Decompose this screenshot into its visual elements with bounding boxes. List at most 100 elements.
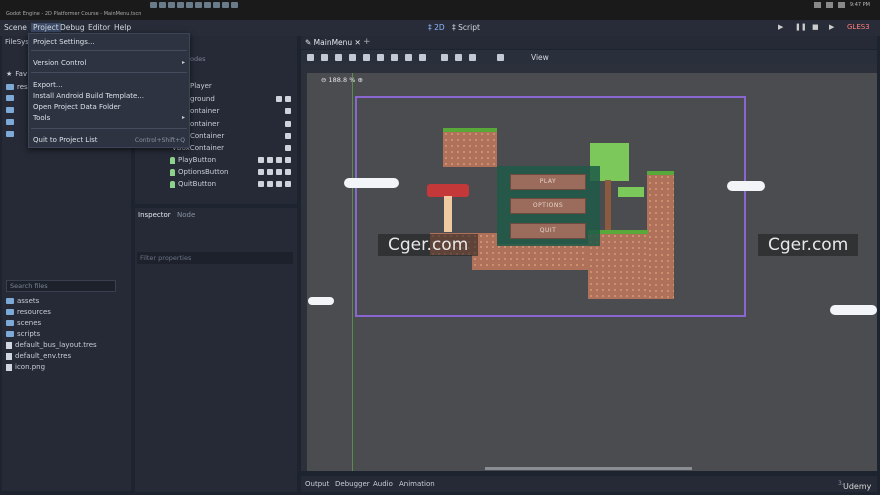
- open-data-folder-item[interactable]: Open Project Data Folder: [33, 103, 121, 111]
- workspace-2d[interactable]: ‡ 2D: [428, 23, 445, 32]
- submenu-arrow-icon: ▸: [181, 59, 185, 66]
- move-tool-icon[interactable]: [321, 54, 328, 61]
- favorites-item[interactable]: ★ Fav: [6, 70, 27, 78]
- udemy-watermark: Udemy: [843, 482, 872, 491]
- eye-icon[interactable]: [285, 145, 291, 151]
- lock-icon[interactable]: [441, 54, 448, 61]
- rotate-tool-icon[interactable]: [335, 54, 342, 61]
- h-scrollbar[interactable]: [485, 467, 692, 470]
- tab-mainmenu[interactable]: ✎ MainMenu ✕: [305, 38, 361, 47]
- visibility-icons[interactable]: [258, 181, 291, 187]
- quit-button[interactable]: QUIT: [510, 223, 586, 239]
- list-tool-icon[interactable]: [363, 54, 370, 61]
- eye-icon[interactable]: [285, 108, 291, 114]
- quit-to-project-list-item[interactable]: Quit to Project List: [33, 136, 98, 144]
- system-tray: 9:47 PM: [813, 2, 870, 8]
- add-tab-icon[interactable]: +: [363, 37, 371, 47]
- cloud: [308, 297, 334, 305]
- tree-node[interactable]: PlayButton: [170, 156, 216, 164]
- watermark-left: Cger.com: [378, 234, 479, 256]
- filter-properties-input[interactable]: Filter properties: [137, 252, 293, 264]
- res-item[interactable]: res: [6, 83, 28, 91]
- project-settings-item[interactable]: Project Settings...: [33, 38, 95, 46]
- list-item[interactable]: default_bus_layout.tres: [6, 341, 97, 349]
- renderer-label[interactable]: GLES3: [847, 23, 870, 31]
- tree-node[interactable]: Container: [190, 132, 224, 140]
- menu-editor[interactable]: Editor: [88, 23, 110, 32]
- bone-icon[interactable]: [497, 54, 504, 61]
- list-item[interactable]: scenes: [6, 319, 41, 327]
- play-icon[interactable]: ▶: [778, 23, 783, 31]
- button-node-icon: [170, 168, 175, 176]
- floating-dirt-block: [443, 131, 497, 167]
- zoom-level[interactable]: ⊖ 188.8 % ⊕: [321, 76, 363, 84]
- button-node-icon: [170, 180, 175, 188]
- folder-icon: [6, 298, 14, 304]
- play-scene-icon[interactable]: ▶: [829, 23, 834, 31]
- folder-icon: [6, 320, 14, 326]
- ruler-horizontal: [307, 65, 877, 73]
- tab-inspector[interactable]: Inspector: [138, 211, 171, 219]
- bottom-panel-tabs: Output Debugger Audio Animation: [301, 476, 877, 492]
- list-item[interactable]: resources: [6, 308, 51, 316]
- tree-node[interactable]: Player: [190, 82, 212, 90]
- scale-tool-icon[interactable]: [349, 54, 356, 61]
- install-android-template-item[interactable]: Install Android Build Template...: [33, 92, 144, 100]
- snap-icon[interactable]: [405, 54, 412, 61]
- tab-animation[interactable]: Animation: [399, 480, 435, 488]
- group-icon[interactable]: [455, 54, 462, 61]
- stop-icon[interactable]: ■: [812, 23, 819, 31]
- tree-node[interactable]: ground: [190, 95, 215, 103]
- folder-row[interactable]: [6, 131, 14, 137]
- tab-debugger[interactable]: Debugger: [335, 480, 370, 488]
- tools-item[interactable]: Tools: [33, 114, 50, 122]
- list-item[interactable]: scripts: [6, 330, 40, 338]
- list-item[interactable]: icon.png: [6, 363, 45, 371]
- pause-icon[interactable]: ❚❚: [795, 23, 807, 31]
- menu-help[interactable]: Help: [114, 23, 131, 32]
- menu-debug[interactable]: Debug: [60, 23, 85, 32]
- menu-separator: [31, 128, 187, 129]
- tree-node[interactable]: OptionsButton: [170, 168, 228, 176]
- select-tool-icon[interactable]: [307, 54, 314, 61]
- skeleton-icon[interactable]: [469, 54, 476, 61]
- pivot-tool-icon[interactable]: [377, 54, 384, 61]
- options-button[interactable]: OPTIONS: [510, 198, 586, 214]
- eye-icon[interactable]: [285, 121, 291, 127]
- search-files-input[interactable]: Search files: [6, 280, 116, 292]
- folder-icon: [6, 95, 14, 101]
- visibility-icons[interactable]: [276, 96, 291, 102]
- file-icon: [6, 352, 12, 360]
- tab-output[interactable]: Output: [305, 480, 329, 488]
- tree-node[interactable]: QuitButton: [170, 180, 216, 188]
- workspace-script[interactable]: ‡ Script: [452, 23, 480, 32]
- visibility-icons[interactable]: [258, 157, 291, 163]
- menu-scene[interactable]: Scene: [4, 23, 27, 32]
- menu-project[interactable]: Project: [31, 23, 61, 32]
- folder-row[interactable]: [6, 119, 14, 125]
- clock: 9:47 PM: [849, 2, 870, 8]
- tree-node[interactable]: ontainer: [190, 107, 219, 115]
- folder-icon: [6, 331, 14, 337]
- menu-separator: [31, 50, 187, 51]
- version-control-item[interactable]: Version Control: [33, 59, 86, 67]
- tree-node[interactable]: ontainer: [190, 120, 219, 128]
- play-button[interactable]: PLAY: [510, 174, 586, 190]
- window-titlebar: Godot Engine - 2D Platformer Course - Ma…: [0, 0, 880, 20]
- eye-icon[interactable]: [285, 133, 291, 139]
- pan-tool-icon[interactable]: [391, 54, 398, 61]
- window-title: Godot Engine - 2D Platformer Course - Ma…: [6, 11, 142, 17]
- list-item[interactable]: assets: [6, 297, 39, 305]
- tab-node[interactable]: Node: [177, 211, 195, 219]
- list-item[interactable]: default_env.tres: [6, 352, 71, 360]
- grass-strip: [647, 171, 674, 175]
- export-item[interactable]: Export...: [33, 81, 63, 89]
- mushroom-stem: [444, 196, 452, 232]
- filter-nodes-input[interactable]: odes: [190, 55, 206, 63]
- folder-row[interactable]: [6, 107, 14, 113]
- visibility-icons[interactable]: [258, 169, 291, 175]
- folder-row[interactable]: [6, 95, 14, 101]
- snap-options-icon[interactable]: [419, 54, 426, 61]
- view-menu[interactable]: View: [531, 53, 549, 62]
- tab-audio[interactable]: Audio: [373, 480, 393, 488]
